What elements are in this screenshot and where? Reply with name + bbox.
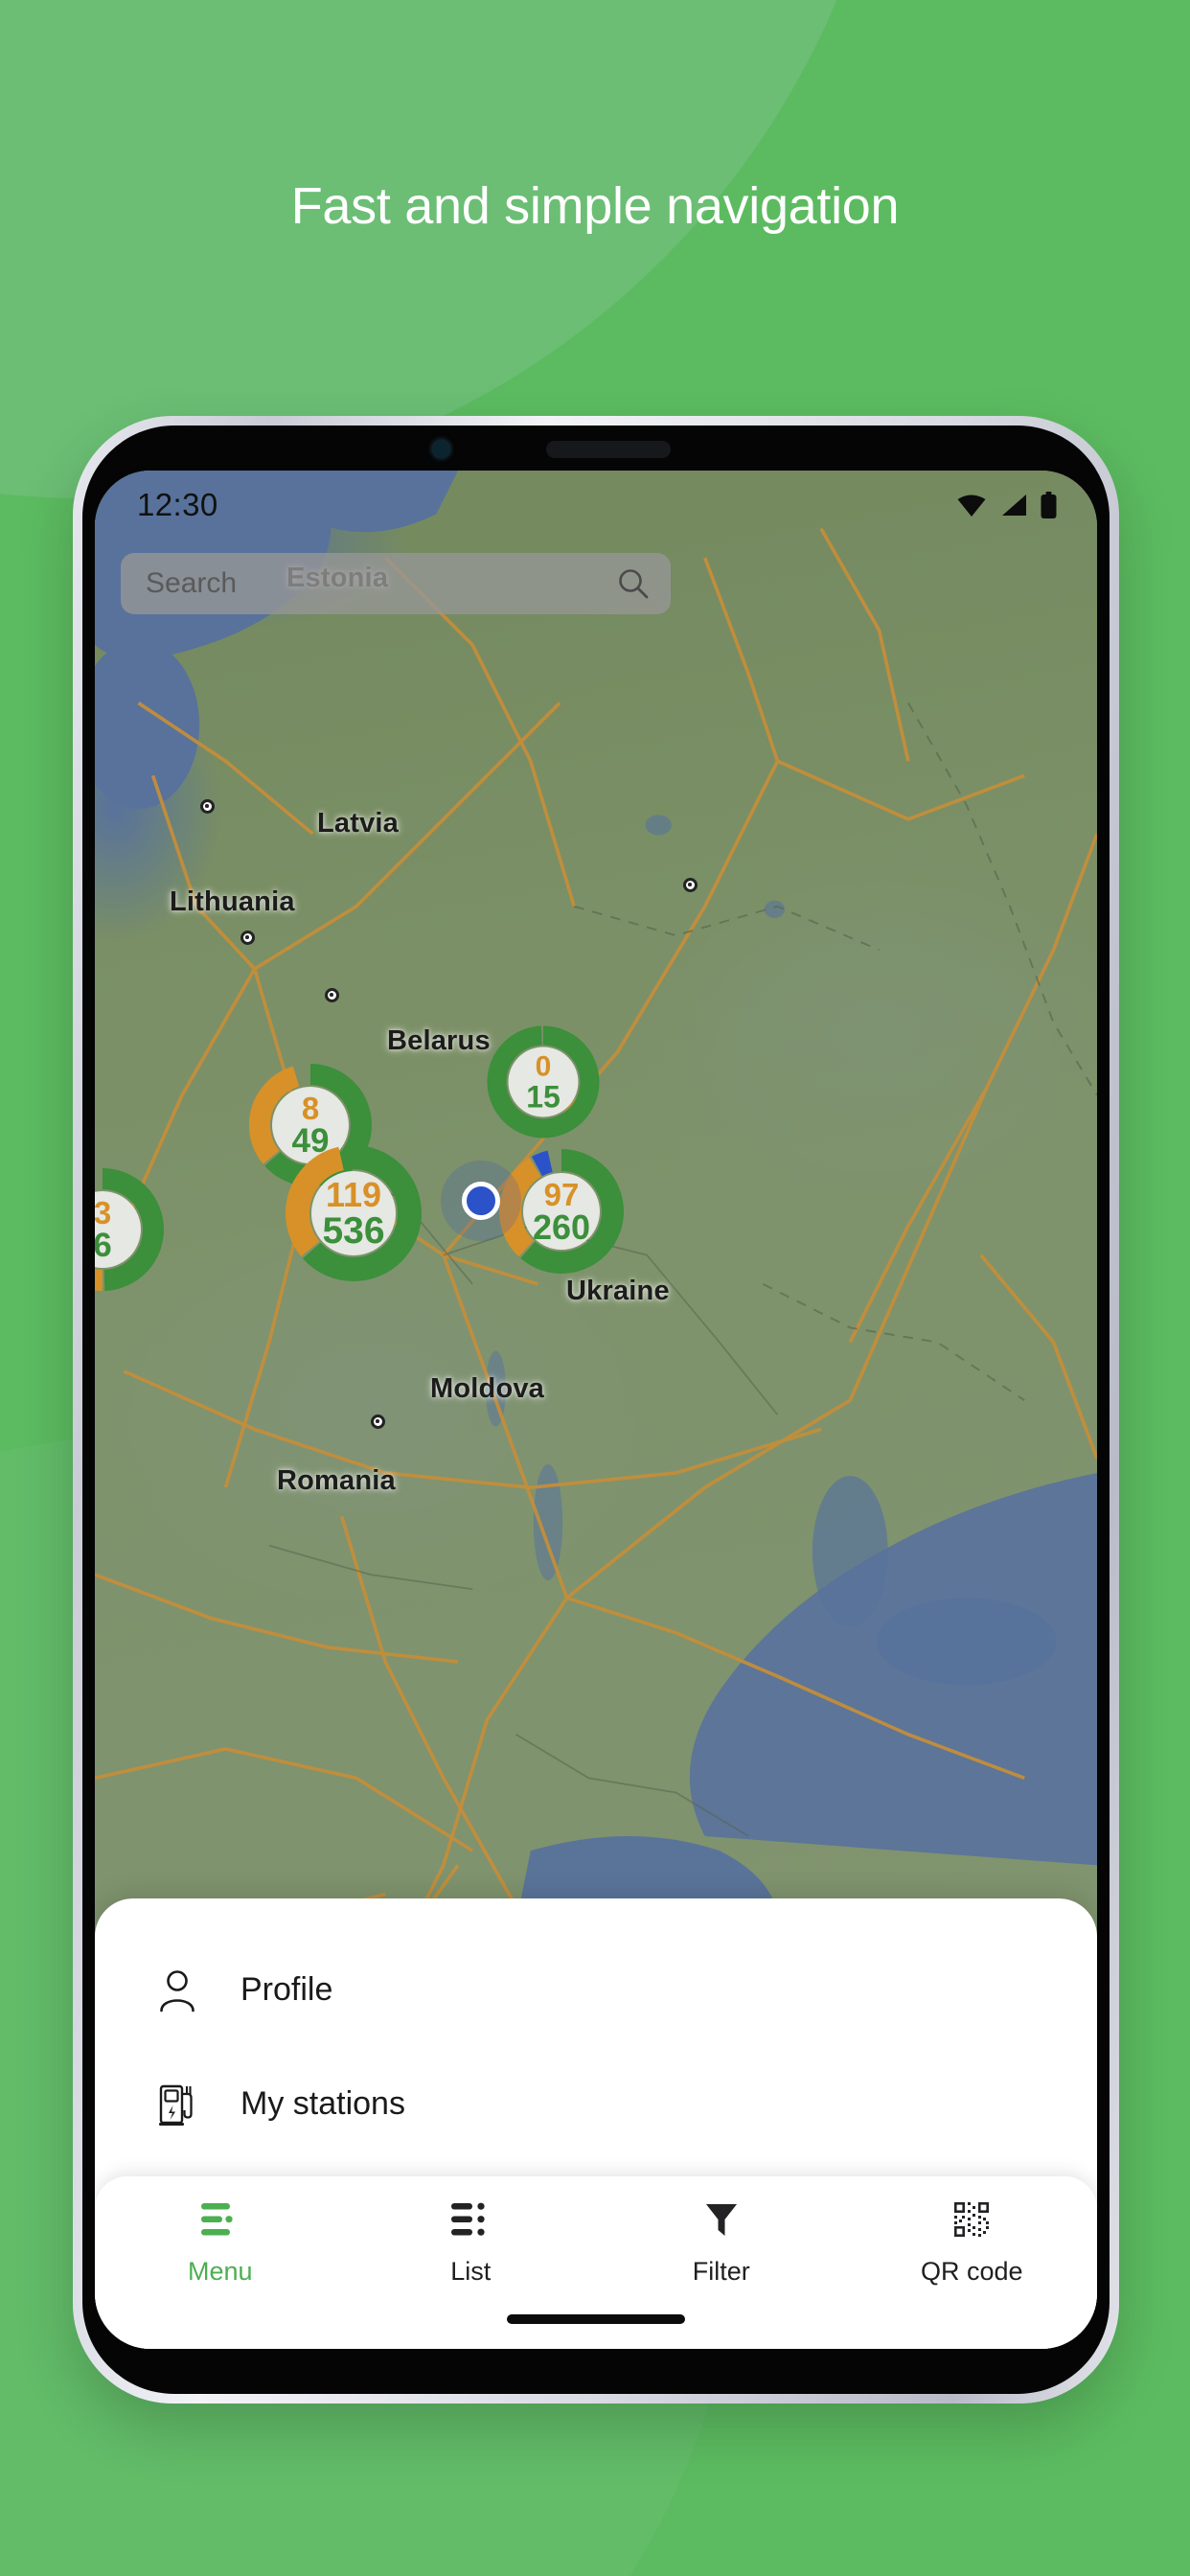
cluster-busy-count: 0 bbox=[535, 1050, 552, 1082]
menu-item-label: Profile bbox=[240, 1971, 333, 2008]
menu-icon[interactable] bbox=[199, 2197, 241, 2242]
cluster-east-ukraine[interactable]: 97 260 bbox=[499, 1149, 624, 1274]
menu-item-my-stations[interactable]: My stations bbox=[95, 2047, 1097, 2161]
search-icon[interactable] bbox=[617, 567, 650, 600]
search-input[interactable]: Search bbox=[146, 567, 617, 600]
cluster-counts: 97 260 bbox=[523, 1173, 600, 1250]
cluster-available-count: 536 bbox=[322, 1209, 385, 1252]
map-label-lithuania: Lithuania bbox=[170, 886, 295, 917]
search-bar[interactable]: Search bbox=[121, 553, 671, 614]
station-icon bbox=[150, 2078, 204, 2131]
page-title: Fast and simple navigation bbox=[290, 177, 900, 235]
earpiece-speaker bbox=[546, 441, 671, 458]
status-bar: 12:30 bbox=[95, 471, 1097, 540]
cluster-busy-count: 119 bbox=[325, 1174, 382, 1214]
cluster-counts: 0 15 bbox=[508, 1046, 579, 1117]
filter-icon[interactable] bbox=[702, 2197, 741, 2242]
map-label-latvia: Latvia bbox=[317, 808, 400, 839]
promo-screenshot: Fast and simple navigation Latvia Lithua… bbox=[0, 0, 1190, 2576]
cluster-available-count: 15 bbox=[526, 1079, 561, 1114]
nav-item-qr-code[interactable]: QR code bbox=[847, 2176, 1098, 2287]
cluster-available-count: 6 bbox=[95, 1227, 112, 1264]
menu-item-label: My stations bbox=[240, 2085, 405, 2122]
cluster-west-ukraine[interactable]: 119 536 bbox=[286, 1145, 422, 1281]
nav-item-label: QR code bbox=[920, 2257, 1023, 2286]
cluster-available-count: 260 bbox=[532, 1207, 591, 1247]
nav-item-filter[interactable]: Filter bbox=[596, 2176, 847, 2287]
home-indicator bbox=[507, 2314, 685, 2324]
map-city-dot bbox=[371, 1414, 385, 1429]
cluster-busy-count: 3 bbox=[95, 1195, 112, 1230]
nav-item-list[interactable]: List bbox=[346, 2176, 597, 2287]
battery-icon bbox=[1041, 492, 1057, 518]
map-city-dot bbox=[240, 931, 255, 945]
status-icons bbox=[956, 492, 1057, 518]
list-icon[interactable] bbox=[449, 2197, 492, 2242]
cluster-busy-count: 8 bbox=[301, 1091, 320, 1126]
cluster-russia[interactable]: 0 15 bbox=[487, 1025, 600, 1138]
nav-item-menu[interactable]: Menu bbox=[95, 2176, 346, 2287]
nav-item-label: List bbox=[450, 2257, 492, 2286]
cluster-busy-count: 97 bbox=[543, 1176, 580, 1212]
signal-icon bbox=[1002, 494, 1026, 516]
status-time: 12:30 bbox=[137, 487, 218, 522]
phone-screen: EstoniaLatviaLithuaniaBelarusUkraineMold… bbox=[95, 471, 1097, 2349]
qr-code-icon[interactable] bbox=[953, 2197, 990, 2242]
map-label-belarus: Belarus bbox=[387, 1025, 491, 1056]
wifi-icon bbox=[957, 494, 986, 517]
profile-icon bbox=[150, 1964, 204, 2017]
map-city-dot bbox=[200, 799, 215, 814]
map-label-moldova: Moldova bbox=[430, 1373, 545, 1404]
cluster-counts: 119 536 bbox=[311, 1171, 396, 1255]
cluster-poland[interactable]: 36 bbox=[95, 1168, 164, 1291]
map-city-dot bbox=[683, 878, 698, 892]
user-location-dot bbox=[462, 1182, 500, 1220]
front-camera-icon bbox=[433, 441, 449, 457]
nav-item-label: Filter bbox=[692, 2257, 750, 2286]
map-label-ukraine: Ukraine bbox=[566, 1276, 670, 1306]
map-label-romania: Romania bbox=[277, 1465, 396, 1496]
map-city-dot bbox=[325, 988, 339, 1002]
menu-item-profile[interactable]: Profile bbox=[95, 1933, 1097, 2047]
phone-mockup: EstoniaLatviaLithuaniaBelarusUkraineMold… bbox=[73, 416, 1119, 2404]
nav-item-label: Menu bbox=[187, 2257, 253, 2286]
